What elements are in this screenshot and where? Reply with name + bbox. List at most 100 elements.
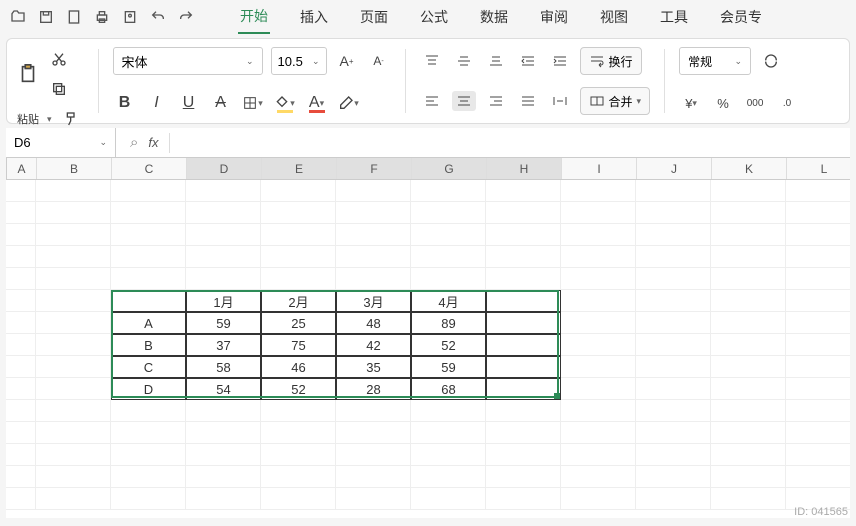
cell-J13[interactable]: [636, 444, 711, 466]
cell-D11[interactable]: [186, 400, 261, 422]
cell-G14[interactable]: [411, 466, 486, 488]
cell-F13[interactable]: [336, 444, 411, 466]
col-header-J[interactable]: J: [637, 158, 712, 179]
cell-B14[interactable]: [36, 466, 111, 488]
spreadsheet-grid[interactable]: ABCDEFGHIJKL 1月2月3月4月A59254889B37754252C…: [6, 158, 850, 518]
col-header-B[interactable]: B: [37, 158, 112, 179]
cell-L12[interactable]: [786, 422, 850, 444]
cells-area[interactable]: 1月2月3月4月A59254889B37754252C58463559D5452…: [6, 180, 850, 510]
col-header-C[interactable]: C: [112, 158, 187, 179]
cell-I2[interactable]: [561, 202, 636, 224]
cell-H2[interactable]: [486, 202, 561, 224]
cell-G8[interactable]: 52: [411, 334, 486, 356]
cell-K11[interactable]: [711, 400, 786, 422]
cell-K4[interactable]: [711, 246, 786, 268]
cell-F1[interactable]: [336, 180, 411, 202]
fx-label[interactable]: fx: [148, 135, 158, 150]
redo-icon[interactable]: [176, 7, 196, 27]
cell-A14[interactable]: [6, 466, 36, 488]
cell-H9[interactable]: [486, 356, 561, 378]
cell-A4[interactable]: [6, 246, 36, 268]
cell-G6[interactable]: 4月: [411, 290, 486, 312]
cell-E13[interactable]: [261, 444, 336, 466]
cell-G11[interactable]: [411, 400, 486, 422]
cell-J11[interactable]: [636, 400, 711, 422]
cell-C9[interactable]: C: [111, 356, 186, 378]
cell-I1[interactable]: [561, 180, 636, 202]
eraser-icon[interactable]: ▾: [337, 91, 361, 115]
cell-K1[interactable]: [711, 180, 786, 202]
strikethrough-button[interactable]: A: [209, 91, 233, 115]
cell-C12[interactable]: [111, 422, 186, 444]
cell-D3[interactable]: [186, 224, 261, 246]
cut-icon[interactable]: [47, 47, 71, 71]
cell-J3[interactable]: [636, 224, 711, 246]
cell-F12[interactable]: [336, 422, 411, 444]
cell-K14[interactable]: [711, 466, 786, 488]
cell-L5[interactable]: [786, 268, 850, 290]
copy-icon[interactable]: [47, 77, 71, 101]
save-icon[interactable]: [36, 7, 56, 27]
cell-E3[interactable]: [261, 224, 336, 246]
wrap-text-button[interactable]: 换行: [580, 47, 642, 75]
print-icon[interactable]: [92, 7, 112, 27]
cell-E9[interactable]: 46: [261, 356, 336, 378]
cell-I9[interactable]: [561, 356, 636, 378]
cell-F10[interactable]: 28: [336, 378, 411, 400]
cell-H3[interactable]: [486, 224, 561, 246]
tab-insert[interactable]: 插入: [298, 1, 330, 33]
cell-C5[interactable]: [111, 268, 186, 290]
cell-J6[interactable]: [636, 290, 711, 312]
chevron-down-icon[interactable]: ▾: [47, 114, 52, 125]
cell-J9[interactable]: [636, 356, 711, 378]
cell-I3[interactable]: [561, 224, 636, 246]
cell-F9[interactable]: 35: [336, 356, 411, 378]
decimal-increase-icon[interactable]: .0: [775, 91, 799, 115]
cell-H7[interactable]: [486, 312, 561, 334]
cell-G3[interactable]: [411, 224, 486, 246]
cell-E2[interactable]: [261, 202, 336, 224]
cell-F8[interactable]: 42: [336, 334, 411, 356]
cell-B3[interactable]: [36, 224, 111, 246]
cell-C15[interactable]: [111, 488, 186, 510]
cell-J15[interactable]: [636, 488, 711, 510]
cell-I13[interactable]: [561, 444, 636, 466]
cell-G7[interactable]: 89: [411, 312, 486, 334]
tab-page[interactable]: 页面: [358, 1, 390, 33]
percent-icon[interactable]: %: [711, 91, 735, 115]
cell-B2[interactable]: [36, 202, 111, 224]
col-header-I[interactable]: I: [562, 158, 637, 179]
paste-button[interactable]: [17, 63, 39, 85]
cell-B8[interactable]: [36, 334, 111, 356]
cell-K3[interactable]: [711, 224, 786, 246]
cell-I12[interactable]: [561, 422, 636, 444]
cell-L14[interactable]: [786, 466, 850, 488]
undo-icon[interactable]: [148, 7, 168, 27]
cell-C11[interactable]: [111, 400, 186, 422]
halign-justify-icon[interactable]: [516, 91, 540, 111]
cell-C8[interactable]: B: [111, 334, 186, 356]
cell-A13[interactable]: [6, 444, 36, 466]
cell-I14[interactable]: [561, 466, 636, 488]
cell-L13[interactable]: [786, 444, 850, 466]
indent-increase-icon[interactable]: [548, 51, 572, 71]
valign-middle-icon[interactable]: [452, 51, 476, 71]
col-header-E[interactable]: E: [262, 158, 337, 179]
cell-C6[interactable]: [111, 290, 186, 312]
valign-bottom-icon[interactable]: [484, 51, 508, 71]
cell-I11[interactable]: [561, 400, 636, 422]
cell-A11[interactable]: [6, 400, 36, 422]
cell-B6[interactable]: [36, 290, 111, 312]
cell-D14[interactable]: [186, 466, 261, 488]
cell-I7[interactable]: [561, 312, 636, 334]
cell-L4[interactable]: [786, 246, 850, 268]
cell-L10[interactable]: [786, 378, 850, 400]
cell-A6[interactable]: [6, 290, 36, 312]
cell-K6[interactable]: [711, 290, 786, 312]
cell-I4[interactable]: [561, 246, 636, 268]
cell-B10[interactable]: [36, 378, 111, 400]
search-icon[interactable]: ⌕: [130, 134, 138, 151]
cell-H13[interactable]: [486, 444, 561, 466]
col-header-G[interactable]: G: [412, 158, 487, 179]
valign-top-icon[interactable]: [420, 51, 444, 71]
